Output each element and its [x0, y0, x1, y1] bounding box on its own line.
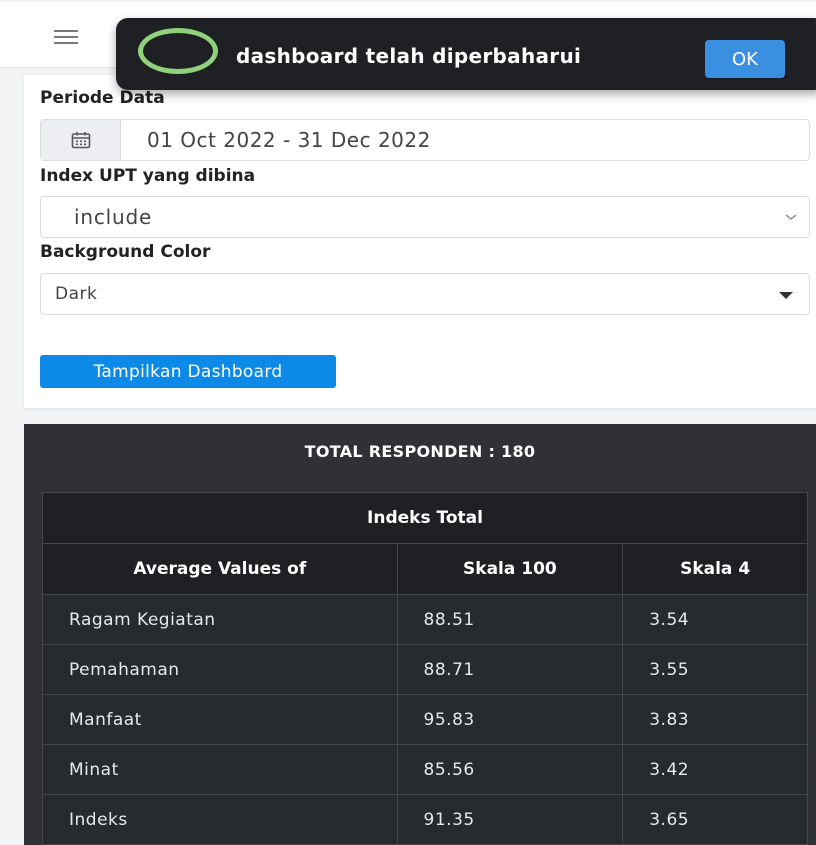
- index-upt-label: Index UPT yang dibina: [40, 166, 256, 186]
- total-respondents: TOTAL RESPONDEN : 180: [304, 442, 536, 461]
- column-header: Skala 4: [622, 543, 808, 595]
- background-color-select[interactable]: Dark: [40, 273, 810, 315]
- period-label: Periode Data: [40, 88, 165, 108]
- chevron-down-icon: [785, 214, 797, 220]
- table-title: Indeks Total: [42, 492, 808, 544]
- table-cell: 88.51: [396, 594, 624, 645]
- table-cell: 3.83: [622, 694, 808, 745]
- table-row: Indeks 91.35 3.65: [42, 794, 808, 845]
- table-row: Manfaat 95.83 3.83: [42, 694, 808, 745]
- table-cell: 3.65: [622, 794, 808, 845]
- caret-down-icon: [779, 292, 793, 299]
- table-row: Minat 85.56 3.42: [42, 744, 808, 795]
- background-color-label: Background Color: [40, 242, 211, 262]
- success-toast: dashboard telah diperbaharui OK: [116, 18, 816, 90]
- table-cell: 88.71: [396, 644, 624, 695]
- index-upt-select[interactable]: include: [40, 196, 810, 238]
- table-cell: Manfaat: [42, 694, 398, 745]
- toast-ok-button[interactable]: OK: [705, 40, 785, 78]
- background-color-value: Dark: [55, 284, 98, 304]
- calendar-icon: [71, 132, 90, 149]
- column-header: Average Values of: [42, 543, 398, 595]
- table-row: Pemahaman 88.71 3.55: [42, 644, 808, 695]
- table-cell: 85.56: [396, 744, 624, 795]
- table-cell: 3.55: [622, 644, 808, 695]
- success-ring-icon: [138, 28, 218, 74]
- table-row: Ragam Kegiatan 88.51 3.54: [42, 594, 808, 645]
- table-cell: 95.83: [396, 694, 624, 745]
- toast-message: dashboard telah diperbaharui: [236, 44, 582, 68]
- table-cell: Pemahaman: [42, 644, 398, 695]
- index-upt-value: include: [74, 205, 153, 229]
- dashboard-panel: TOTAL RESPONDEN : 180 Indeks Total Avera…: [24, 424, 816, 845]
- table-cell: 91.35: [396, 794, 624, 845]
- period-value: 01 Oct 2022 - 31 Dec 2022: [147, 128, 431, 152]
- table-cell: Indeks: [42, 794, 398, 845]
- calendar-icon-addon: [41, 120, 121, 160]
- show-dashboard-button[interactable]: Tampilkan Dashboard: [40, 355, 336, 388]
- table-cell: 3.42: [622, 744, 808, 795]
- column-header: Skala 100: [396, 543, 624, 595]
- hamburger-menu-icon[interactable]: [54, 30, 78, 44]
- table-cell: 3.54: [622, 594, 808, 645]
- table-cell: Minat: [42, 744, 398, 795]
- period-date-range-input[interactable]: 01 Oct 2022 - 31 Dec 2022: [40, 119, 810, 161]
- table-cell: Ragam Kegiatan: [42, 594, 398, 645]
- index-total-table: Indeks Total Average Values of Skala 100…: [42, 492, 808, 845]
